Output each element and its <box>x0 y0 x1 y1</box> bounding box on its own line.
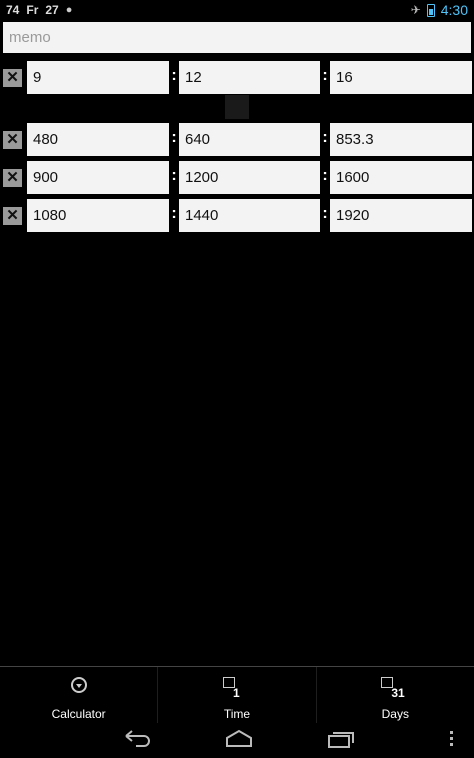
ratio-field-a[interactable]: 9 <box>27 61 169 94</box>
delete-row-button[interactable]: ✕ <box>3 69 22 87</box>
tab-time[interactable]: 1 Time <box>157 667 315 723</box>
tab-label: Calculator <box>51 707 106 721</box>
status-left: 74 Fr 27 ● <box>6 3 72 17</box>
ratio-field-c[interactable]: 1600 <box>330 161 472 194</box>
status-right: ✈ 4:30 <box>411 2 468 18</box>
drag-handle[interactable] <box>225 95 249 119</box>
ratio-field-b[interactable]: 640 <box>179 123 320 156</box>
recent-apps-icon[interactable] <box>326 728 356 750</box>
airplane-icon: ✈ <box>410 3 421 17</box>
back-icon[interactable] <box>122 728 152 750</box>
status-text-3: 27 <box>45 3 59 17</box>
delete-row-button[interactable]: ✕ <box>3 131 22 149</box>
ratio-field-a[interactable]: 1080 <box>27 199 169 232</box>
status-bar: 74 Fr 27 ● ✈ 4:30 <box>0 0 474 20</box>
ratio-field-c[interactable]: 1920 <box>330 199 472 232</box>
ratio-separator: : <box>322 205 328 222</box>
delete-row-button[interactable]: ✕ <box>3 169 22 187</box>
tab-calculator[interactable]: Calculator <box>0 667 157 723</box>
ratio-row: ✕ 1080 : 1440 : 1920 <box>0 199 474 232</box>
status-time: 4:30 <box>440 2 468 18</box>
ratio-field-c[interactable]: 853.3 <box>330 123 472 156</box>
ratio-field-a[interactable]: 900 <box>27 161 169 194</box>
tab-label: Days <box>381 707 409 721</box>
ratio-separator: : <box>171 67 177 84</box>
calendar-icon: 1 <box>222 677 243 700</box>
delete-row-button[interactable]: ✕ <box>3 207 22 225</box>
ratio-field-c[interactable]: 16 <box>330 61 472 94</box>
ratio-field-b[interactable]: 1440 <box>179 199 320 232</box>
ratio-separator: : <box>171 129 177 146</box>
ratio-field-b[interactable]: 12 <box>179 61 320 94</box>
memo-input[interactable] <box>3 22 471 53</box>
dropdown-circle-icon <box>70 677 87 693</box>
status-text-2: Fr <box>26 3 39 17</box>
ratio-separator: : <box>322 129 328 146</box>
ratio-separator: : <box>322 67 328 84</box>
overflow-menu-icon[interactable] <box>450 731 454 749</box>
ratio-row: ✕ 9 : 12 : 16 <box>0 61 474 94</box>
ratio-field-a[interactable]: 480 <box>27 123 169 156</box>
calendar-badge: 1 <box>232 686 240 700</box>
tab-days[interactable]: 31 Days <box>315 667 474 723</box>
tab-label: Time <box>223 707 251 721</box>
bottom-tabbar: Calculator 1 Time 31 Days <box>0 667 474 723</box>
status-text-1: 74 <box>6 3 20 17</box>
ratio-separator: : <box>171 167 177 184</box>
system-navbar <box>0 723 474 758</box>
home-icon[interactable] <box>224 728 254 750</box>
android-icon: ● <box>65 4 73 16</box>
ratio-separator: : <box>322 167 328 184</box>
calendar-badge: 31 <box>391 686 405 700</box>
ratio-separator: : <box>171 205 177 222</box>
ratio-field-b[interactable]: 1200 <box>179 161 320 194</box>
calendar-icon: 31 <box>381 677 405 700</box>
ratio-row: ✕ 480 : 640 : 853.3 <box>0 123 474 156</box>
ratio-row: ✕ 900 : 1200 : 1600 <box>0 161 474 194</box>
battery-icon <box>426 3 435 17</box>
